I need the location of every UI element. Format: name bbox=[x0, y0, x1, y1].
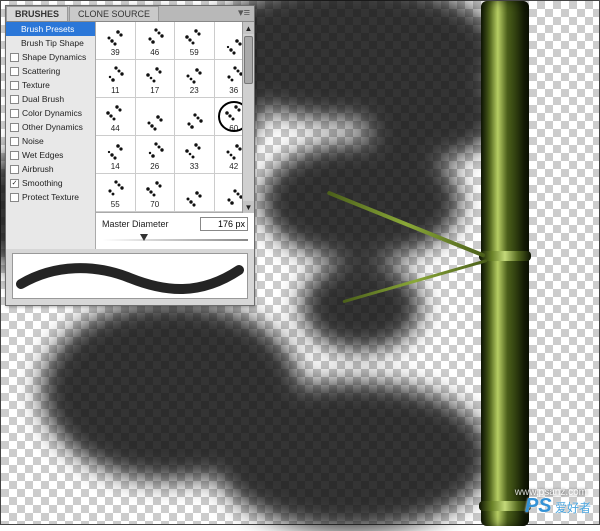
sidebar-item-shape-dynamics[interactable]: Shape Dynamics bbox=[6, 50, 95, 64]
label: Shape Dynamics bbox=[22, 52, 86, 62]
checkbox[interactable] bbox=[10, 165, 19, 174]
brush-preset-cell[interactable]: 59 bbox=[175, 22, 215, 60]
panel-menu-icon[interactable]: ▾≡ bbox=[238, 8, 250, 19]
checkbox[interactable] bbox=[10, 151, 19, 160]
brush-size-label: 33 bbox=[190, 162, 199, 171]
brush-size-label: 23 bbox=[190, 86, 199, 95]
brush-size-label: 14 bbox=[111, 162, 120, 171]
checkbox[interactable] bbox=[10, 67, 19, 76]
checkbox[interactable] bbox=[10, 193, 19, 202]
sidebar-item-smoothing[interactable]: ✓Smoothing bbox=[6, 176, 95, 190]
brush-thumb bbox=[183, 26, 205, 48]
brush-thumb bbox=[104, 64, 126, 86]
brush-size-label: 46 bbox=[150, 48, 159, 57]
sidebar-item-texture[interactable]: Texture bbox=[6, 78, 95, 92]
label: Color Dynamics bbox=[22, 108, 82, 118]
brush-size-label: 60 bbox=[229, 124, 238, 133]
brush-thumb bbox=[104, 26, 126, 48]
brush-thumb bbox=[104, 178, 126, 200]
label: Brush Tip Shape bbox=[21, 38, 84, 48]
tab-clone-source[interactable]: CLONE SOURCE bbox=[69, 6, 159, 21]
scroll-down-icon[interactable]: ▼ bbox=[243, 201, 254, 213]
tab-brushes[interactable]: BRUSHES bbox=[6, 6, 68, 21]
brush-thumb bbox=[104, 102, 126, 124]
brush-preset-cell[interactable] bbox=[175, 98, 215, 136]
label: Brush Presets bbox=[21, 24, 74, 34]
brush-size-label: 59 bbox=[190, 48, 199, 57]
brushes-panel: BRUSHES CLONE SOURCE ▾≡ Brush Presets Br… bbox=[5, 5, 255, 306]
checkbox[interactable] bbox=[10, 53, 19, 62]
checkbox[interactable] bbox=[10, 123, 19, 132]
master-diameter-label: Master Diameter bbox=[102, 219, 169, 229]
brush-thumb bbox=[144, 26, 166, 48]
brush-size-label: 17 bbox=[150, 86, 159, 95]
brush-thumb bbox=[144, 178, 166, 200]
sidebar-item-noise[interactable]: Noise bbox=[6, 134, 95, 148]
brush-preset-cell[interactable]: 17 bbox=[136, 60, 176, 98]
checkbox[interactable] bbox=[10, 137, 19, 146]
brush-thumb bbox=[183, 64, 205, 86]
checkbox[interactable] bbox=[10, 81, 19, 90]
master-diameter-input[interactable] bbox=[200, 217, 248, 231]
sidebar-brush-tip-shape[interactable]: Brush Tip Shape bbox=[6, 36, 95, 50]
label: Smoothing bbox=[22, 178, 63, 188]
brush-preset-cell[interactable]: 23 bbox=[175, 60, 215, 98]
sidebar-item-protect-texture[interactable]: Protect Texture bbox=[6, 190, 95, 204]
brush-thumb bbox=[144, 64, 166, 86]
label: Scattering bbox=[22, 66, 60, 76]
brush-size-label: 44 bbox=[111, 124, 120, 133]
sidebar-item-scattering[interactable]: Scattering bbox=[6, 64, 95, 78]
label: Protect Texture bbox=[22, 192, 79, 202]
brush-options-sidebar: Brush Presets Brush Tip Shape Shape Dyna… bbox=[6, 22, 96, 249]
brush-thumb bbox=[183, 140, 205, 162]
grid-scrollbar[interactable]: ▲ ▼ bbox=[242, 22, 254, 213]
brush-size-label: 39 bbox=[111, 48, 120, 57]
sidebar-item-dual-brush[interactable]: Dual Brush bbox=[6, 92, 95, 106]
checkbox[interactable] bbox=[10, 95, 19, 104]
brush-preset-cell[interactable]: 55 bbox=[96, 174, 136, 212]
brush-preset-cell[interactable]: 14 bbox=[96, 136, 136, 174]
brush-preset-cell[interactable] bbox=[175, 174, 215, 212]
stroke-preview bbox=[12, 253, 248, 299]
checkbox[interactable] bbox=[10, 109, 19, 118]
brush-preset-grid[interactable]: 39 46 59 11 17 23 36 44 60 14 26 33 42 55 70 bbox=[96, 22, 254, 213]
brush-size-label: 36 bbox=[229, 86, 238, 95]
brush-size-label: 42 bbox=[229, 162, 238, 171]
label: Texture bbox=[22, 80, 50, 90]
brush-preset-cell[interactable]: 33 bbox=[175, 136, 215, 174]
sidebar-item-other-dynamics[interactable]: Other Dynamics bbox=[6, 120, 95, 134]
watermark-brand: PS 爱好者 bbox=[525, 495, 591, 518]
label: Dual Brush bbox=[22, 94, 64, 104]
sidebar-item-wet-edges[interactable]: Wet Edges bbox=[6, 148, 95, 162]
sidebar-brush-presets[interactable]: Brush Presets bbox=[6, 22, 95, 36]
label: Wet Edges bbox=[22, 150, 63, 160]
brush-size-label: 11 bbox=[111, 86, 119, 95]
brush-size-label: 26 bbox=[150, 162, 159, 171]
sidebar-item-airbrush[interactable]: Airbrush bbox=[6, 162, 95, 176]
scroll-thumb[interactable] bbox=[244, 36, 253, 84]
bamboo-stalk bbox=[481, 1, 529, 526]
brush-preset-cell[interactable] bbox=[136, 98, 176, 136]
sidebar-item-color-dynamics[interactable]: Color Dynamics bbox=[6, 106, 95, 120]
scroll-up-icon[interactable]: ▲ bbox=[243, 22, 254, 34]
brush-preset-cell[interactable]: 26 bbox=[136, 136, 176, 174]
brush-preset-cell[interactable]: 46 bbox=[136, 22, 176, 60]
brush-preset-cell[interactable]: 70 bbox=[136, 174, 176, 212]
brush-preset-cell[interactable]: 44 bbox=[96, 98, 136, 136]
label: Noise bbox=[22, 136, 44, 146]
label: Other Dynamics bbox=[22, 122, 83, 132]
brush-thumb bbox=[183, 111, 205, 133]
brush-size-label: 55 bbox=[111, 200, 120, 209]
brush-thumb bbox=[183, 187, 205, 209]
brush-preset-cell[interactable]: 39 bbox=[96, 22, 136, 60]
brush-thumb bbox=[144, 111, 166, 133]
brush-size-label: 70 bbox=[150, 200, 159, 209]
brush-preset-cell[interactable]: 11 bbox=[96, 60, 136, 98]
panel-tabs: BRUSHES CLONE SOURCE ▾≡ bbox=[6, 6, 254, 22]
diameter-slider[interactable] bbox=[102, 237, 248, 243]
label: Airbrush bbox=[22, 164, 54, 174]
brush-thumb bbox=[104, 140, 126, 162]
brush-thumb bbox=[144, 140, 166, 162]
checkbox[interactable]: ✓ bbox=[10, 179, 19, 188]
